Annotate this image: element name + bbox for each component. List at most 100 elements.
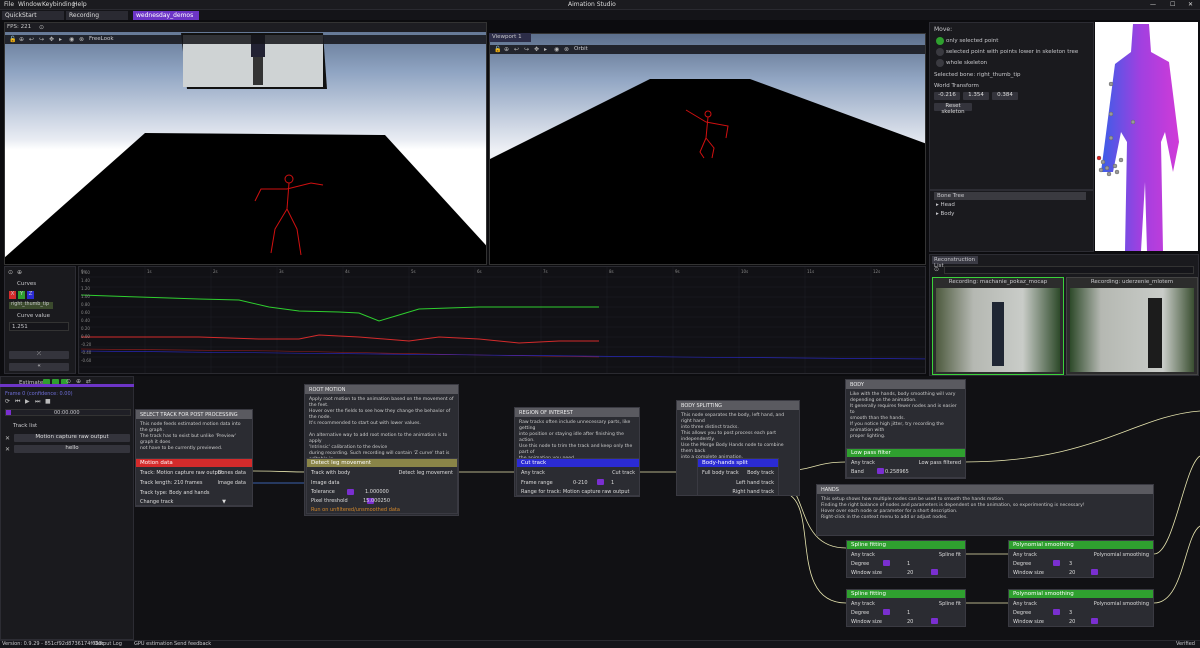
window-size-value[interactable]: 20 bbox=[1069, 619, 1075, 625]
tab-quickstart[interactable]: QuickStart bbox=[2, 11, 64, 20]
spline-fit-output[interactable]: Spline fit bbox=[939, 601, 961, 607]
transform-y[interactable]: 1.354 bbox=[963, 92, 989, 100]
detect-output[interactable]: Detect leg movement bbox=[398, 470, 453, 476]
viewport-freelook[interactable]: FPS: 221 ⊙ 🔓 ⊕ ↩ ↪ ✥ ▸ ◉ ⊗ FreeLook bbox=[4, 22, 487, 265]
curve-back-button[interactable]: « bbox=[9, 363, 69, 371]
tab-wednesday-demos[interactable]: wednesday_demos bbox=[133, 11, 199, 20]
delete-icon[interactable]: ✕ bbox=[5, 435, 10, 442]
degree-value[interactable]: 1 bbox=[907, 561, 910, 567]
curve-editor[interactable]: 1.60 1.40 1.20 1.00 0.80 0.60 0.40 0.20 0.00 -0.2… bbox=[78, 266, 926, 374]
reset-skeleton-button[interactable]: Reset skeleton bbox=[934, 103, 972, 115]
track-item-2[interactable]: hello bbox=[14, 445, 130, 453]
timeline-slider[interactable]: 00:00.000 bbox=[5, 409, 131, 416]
tolerance-slider[interactable] bbox=[347, 489, 354, 495]
play-icon[interactable]: ▸ bbox=[544, 46, 547, 53]
node-polynomial-2[interactable]: Polynomial smoothing Any track Polynomia… bbox=[1008, 589, 1154, 627]
node-spline-fitting-2[interactable]: Spline fitting Any track Spline fit Degr… bbox=[846, 589, 966, 627]
play-icon[interactable]: ▸ bbox=[59, 36, 62, 43]
left-hand-output[interactable]: Left hand track bbox=[736, 480, 774, 486]
menu-file[interactable]: File bbox=[4, 1, 14, 8]
degree-value[interactable]: 3 bbox=[1069, 561, 1072, 567]
frame-range-slider[interactable] bbox=[597, 479, 604, 485]
move-icon[interactable]: ✥ bbox=[534, 46, 539, 53]
skip-forward-icon[interactable]: ⏭ bbox=[35, 398, 40, 406]
recording-card-1[interactable]: Recording: machanie_pokaz_mocap bbox=[932, 277, 1064, 375]
viewport-orbit[interactable]: 🔓 ⊕ ↩ ↪ ✥ ▸ ◉ ⊗ Orbit bbox=[489, 33, 926, 265]
camera-mode-2[interactable]: Orbit bbox=[574, 46, 588, 52]
lock-icon[interactable]: 🔓 bbox=[9, 36, 16, 43]
node-polynomial-1[interactable]: Polynomial smoothing Any track Polynomia… bbox=[1008, 540, 1154, 578]
any-track-input[interactable]: Any track bbox=[1013, 601, 1037, 607]
reconstruction-search-input[interactable] bbox=[944, 266, 1194, 274]
curve-value-input[interactable]: 1.251 bbox=[9, 322, 69, 331]
menu-keybinding[interactable]: Keybinding bbox=[42, 1, 75, 8]
degree-value[interactable]: 1 bbox=[907, 610, 910, 616]
node-detect-leg[interactable]: Detect leg movement Track with body Imag… bbox=[306, 458, 458, 514]
image-data-output[interactable]: Image data bbox=[217, 480, 246, 486]
menu-help[interactable]: Help bbox=[73, 1, 87, 8]
gpu-estimation-button[interactable]: GPU estimation bbox=[134, 641, 173, 647]
arrow-right-icon[interactable]: ↪ bbox=[39, 36, 44, 43]
degree-slider[interactable] bbox=[883, 609, 890, 615]
window-size-slider[interactable] bbox=[1091, 569, 1098, 575]
node-cut-track[interactable]: Cut track Any track Cut track Frame rang… bbox=[516, 458, 640, 496]
node-low-pass[interactable]: Low pass filter Any track Low pass filte… bbox=[846, 448, 966, 478]
frame-range-min[interactable]: 0-210 bbox=[573, 480, 588, 486]
maximize-button[interactable]: ☐ bbox=[1170, 1, 1175, 8]
any-track-input[interactable]: Any track bbox=[521, 470, 545, 476]
timeline-handle[interactable] bbox=[6, 410, 11, 415]
send-feedback-button[interactable]: Send feedback bbox=[174, 641, 211, 647]
crosshair-icon[interactable]: ⊕ bbox=[76, 378, 81, 385]
polynomial-output[interactable]: Polynomial smoothing bbox=[1094, 552, 1149, 558]
link-icon[interactable]: ⇄ bbox=[86, 378, 91, 385]
settings-icon[interactable]: ⊙ bbox=[8, 269, 13, 276]
delete-icon[interactable]: ✕ bbox=[5, 446, 10, 453]
window-size-value[interactable]: 20 bbox=[907, 570, 913, 576]
minimize-button[interactable]: — bbox=[1150, 1, 1156, 8]
degree-slider[interactable] bbox=[883, 560, 890, 566]
settings-icon[interactable]: ⊙ bbox=[66, 378, 71, 385]
window-size-value[interactable]: 20 bbox=[1069, 570, 1075, 576]
curve-fit-button[interactable]: ⤫ bbox=[9, 351, 69, 359]
skip-back-icon[interactable]: ⏮ bbox=[15, 398, 20, 406]
output-log-button[interactable]: Output Log bbox=[94, 641, 122, 647]
crosshair-icon[interactable]: ⊕ bbox=[19, 36, 24, 43]
polynomial-output[interactable]: Polynomial smoothing bbox=[1094, 601, 1149, 607]
track-item-1[interactable]: Motion capture raw output bbox=[14, 434, 130, 442]
band-value[interactable]: 0.258965 bbox=[885, 469, 909, 475]
loop-icon[interactable]: ⟳ bbox=[5, 398, 10, 405]
any-track-input[interactable]: Any track bbox=[1013, 552, 1037, 558]
bones-data-output[interactable]: Bones data bbox=[218, 470, 246, 476]
crosshair-icon[interactable]: ⊕ bbox=[504, 46, 509, 53]
target-icon[interactable]: ⊗ bbox=[79, 36, 84, 43]
camera-icon[interactable]: ◉ bbox=[554, 46, 559, 53]
band-slider[interactable] bbox=[877, 468, 884, 474]
degree-slider[interactable] bbox=[1053, 560, 1060, 566]
frame-range-max[interactable]: 1 bbox=[611, 480, 614, 486]
full-body-input[interactable]: Full body track bbox=[702, 470, 739, 476]
axis-z-toggle[interactable]: Z bbox=[27, 291, 34, 299]
window-size-slider[interactable] bbox=[931, 618, 938, 624]
tab-viewport-1[interactable]: Viewport 1 bbox=[489, 33, 531, 42]
settings-icon[interactable]: ⊙ bbox=[934, 266, 939, 273]
window-size-slider[interactable] bbox=[1091, 618, 1098, 624]
radio-with-lower[interactable] bbox=[936, 48, 944, 56]
pixel-threshold-value[interactable]: 15.000250 bbox=[363, 498, 390, 504]
body-map[interactable] bbox=[1095, 22, 1198, 251]
lock-icon[interactable]: 🔓 bbox=[494, 46, 501, 53]
any-track-input[interactable]: Any track bbox=[851, 601, 875, 607]
change-track-dropdown[interactable]: Change track ▼ bbox=[140, 499, 226, 506]
right-hand-output[interactable]: Right hand track bbox=[732, 489, 774, 495]
any-track-input[interactable]: Any track bbox=[851, 552, 875, 558]
node-graph[interactable]: SELECT TRACK FOR POST PROCESSING This no… bbox=[134, 376, 1200, 640]
low-pass-output[interactable]: Low pass filtered bbox=[919, 460, 961, 466]
axis-x-toggle[interactable]: X bbox=[9, 291, 16, 299]
curve-bone-tag[interactable]: right_thumb_tip bbox=[9, 302, 53, 309]
node-spline-fitting-1[interactable]: Spline fitting Any track Spline fit Degr… bbox=[846, 540, 966, 578]
arrow-left-icon[interactable]: ↩ bbox=[514, 46, 519, 53]
track-with-body-input[interactable]: Track with body bbox=[311, 470, 350, 476]
settings-icon[interactable]: ⊙ bbox=[39, 24, 44, 31]
body-track-output[interactable]: Body track bbox=[747, 470, 774, 476]
arrow-left-icon[interactable]: ↩ bbox=[29, 36, 34, 43]
target-icon[interactable]: ⊗ bbox=[564, 46, 569, 53]
